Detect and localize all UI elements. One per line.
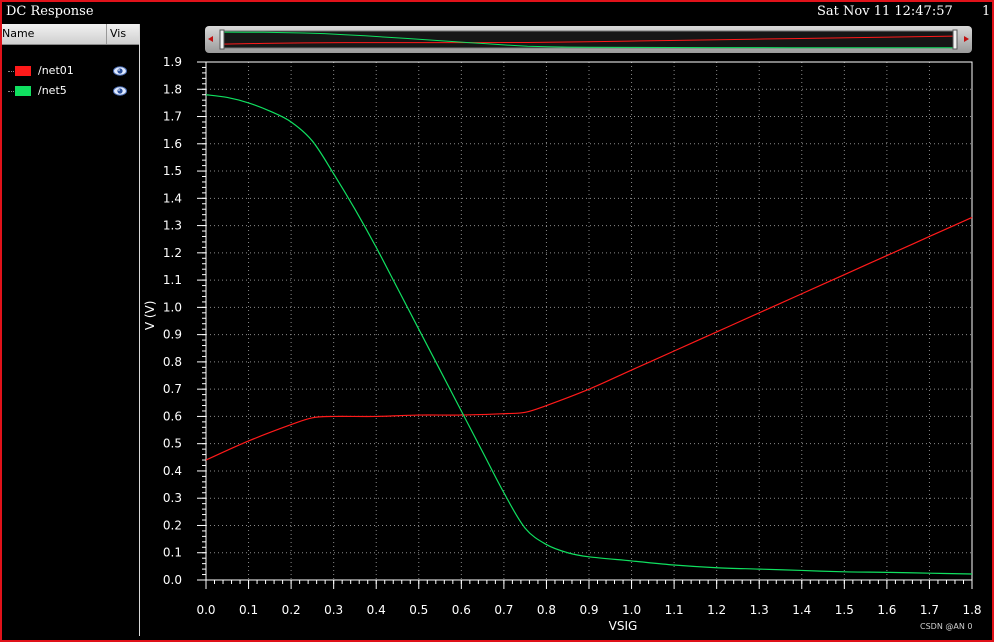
scroll-right-icon[interactable] bbox=[964, 36, 969, 42]
y-tick-label: 1.5 bbox=[163, 164, 182, 178]
x-tick-label: 0.4 bbox=[367, 603, 386, 617]
x-tick-label: 0.6 bbox=[452, 603, 471, 617]
legend-header: Name Vis bbox=[2, 24, 139, 45]
x-tick-label: 1.6 bbox=[877, 603, 896, 617]
y-tick-label: 0.0 bbox=[163, 573, 182, 587]
x-tick-label: 0.0 bbox=[196, 603, 215, 617]
scroll-left-icon[interactable] bbox=[208, 36, 213, 42]
x-tick-label: 0.7 bbox=[494, 603, 513, 617]
y-tick-label: 1.2 bbox=[163, 246, 182, 260]
x-tick-label: 1.5 bbox=[835, 603, 854, 617]
x-tick-label: 1.0 bbox=[622, 603, 641, 617]
y-tick-label: 0.7 bbox=[163, 382, 182, 396]
column-header-vis[interactable]: Vis bbox=[106, 24, 126, 44]
legend-panel: Name Vis /net01 /net5 bbox=[2, 24, 140, 636]
watermark: CSDN @AN 0 bbox=[920, 622, 973, 631]
legend-item-net5[interactable]: /net5 bbox=[2, 84, 139, 100]
series-color-swatch bbox=[15, 86, 31, 96]
y-tick-label: 0.8 bbox=[163, 355, 182, 369]
timestamp: Sat Nov 11 12:47:57 bbox=[817, 4, 953, 19]
dc-response-chart: 0.0 0.1 0.2 0.3 0.4 0.5 0.6 0.7 0.8 0.9 1.0 1.1 1.2 1… bbox=[143, 55, 982, 633]
eye-icon[interactable] bbox=[113, 84, 127, 98]
x-axis-label: VSIG bbox=[609, 619, 638, 633]
x-tick-label: 0.3 bbox=[324, 603, 343, 617]
window-title: DC Response bbox=[6, 4, 94, 19]
series-color-swatch bbox=[15, 66, 31, 76]
y-tick-label: 0.5 bbox=[163, 437, 182, 451]
y-tick-label: 1.9 bbox=[163, 55, 182, 69]
y-tick-label: 1.3 bbox=[163, 219, 182, 233]
y-axis-label: V (V) bbox=[143, 301, 157, 331]
y-tick-label: 0.3 bbox=[163, 491, 182, 505]
overview-left-handle[interactable] bbox=[219, 29, 225, 50]
x-tick-label: 0.2 bbox=[282, 603, 301, 617]
legend-item-label: /net5 bbox=[38, 84, 67, 97]
overview-strip[interactable] bbox=[205, 26, 972, 53]
x-tick-label: 1.7 bbox=[920, 603, 939, 617]
page-number: 1 bbox=[982, 4, 991, 19]
y-tick-label: 1.4 bbox=[163, 191, 182, 205]
x-tick-label: 0.1 bbox=[239, 603, 258, 617]
title-bar: DC Response Sat Nov 11 12:47:57 1 bbox=[2, 2, 992, 22]
x-tick-label: 1.2 bbox=[707, 603, 726, 617]
y-tick-label: 0.9 bbox=[163, 328, 182, 342]
legend-item-label: /net01 bbox=[38, 64, 74, 77]
eye-icon[interactable] bbox=[113, 64, 127, 78]
y-tick-label: 1.0 bbox=[163, 300, 182, 314]
legend-item-net01[interactable]: /net01 bbox=[2, 64, 139, 80]
x-tick-label: 0.9 bbox=[579, 603, 598, 617]
y-tick-label: 1.8 bbox=[163, 82, 182, 96]
y-tick-label: 0.1 bbox=[163, 546, 182, 560]
x-tick-label: 1.1 bbox=[665, 603, 684, 617]
column-header-name[interactable]: Name bbox=[2, 27, 34, 40]
x-tick-label: 1.8 bbox=[962, 603, 981, 617]
overview-right-handle[interactable] bbox=[952, 29, 958, 50]
x-tick-label: 0.8 bbox=[537, 603, 556, 617]
y-tick-label: 0.4 bbox=[163, 464, 182, 478]
x-tick-label: 1.3 bbox=[750, 603, 769, 617]
y-tick-label: 1.6 bbox=[163, 137, 182, 151]
x-tick-label: 0.5 bbox=[409, 603, 428, 617]
y-tick-label: 1.7 bbox=[163, 110, 182, 124]
y-tick-label: 0.6 bbox=[163, 409, 182, 423]
y-tick-label: 0.2 bbox=[163, 518, 182, 532]
y-tick-label: 1.1 bbox=[163, 273, 182, 287]
x-tick-label: 1.4 bbox=[792, 603, 811, 617]
overview-scrollbar[interactable] bbox=[205, 26, 972, 53]
